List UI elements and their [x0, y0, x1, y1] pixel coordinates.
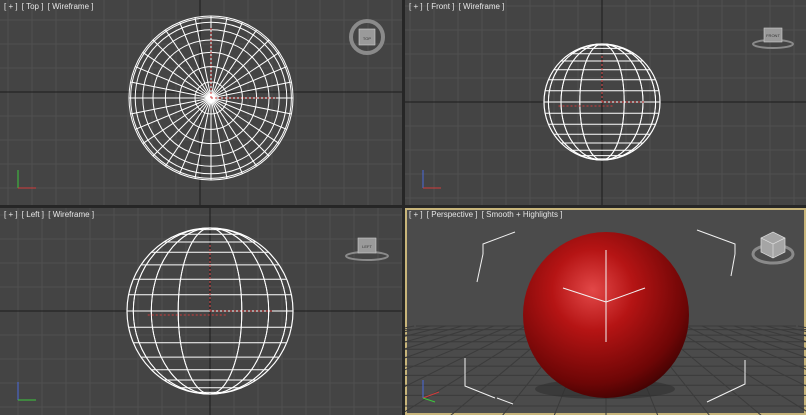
viewport-view-menu[interactable]: [ Perspective ]: [427, 210, 478, 219]
viewcube-icon[interactable]: TOP: [349, 19, 385, 55]
viewport-label: [ + ] [ Perspective ] [ Smooth + Highlig…: [409, 210, 564, 220]
viewport-menu-button[interactable]: [ + ]: [4, 2, 18, 11]
viewport-view-menu[interactable]: [ Top ]: [22, 2, 44, 11]
viewcube-label: TOP: [363, 36, 371, 41]
viewport-view-menu[interactable]: [ Front ]: [427, 2, 455, 11]
viewport-left-canvas: LEFT: [0, 208, 402, 415]
viewport-left[interactable]: LEFT [ + ] [ Left ] [ Wireframe ]: [0, 208, 402, 415]
viewcube-icon[interactable]: [751, 231, 795, 265]
viewport-shading-menu[interactable]: [ Smooth + Highlights ]: [482, 210, 563, 219]
axis-tripod-icon: [422, 380, 440, 403]
viewcube-icon[interactable]: FRONT: [752, 27, 794, 49]
wireframe-sphere-icon[interactable]: [128, 15, 294, 181]
viewport-menu-button[interactable]: [ + ]: [409, 210, 423, 219]
wireframe-sphere-icon[interactable]: [543, 43, 661, 161]
viewport-front[interactable]: FRONT [ + ] [ Front ] [ Wireframe ]: [405, 0, 806, 205]
viewport-shading-menu[interactable]: [ Wireframe ]: [459, 2, 505, 11]
axis-tripod-icon: [17, 382, 36, 401]
axis-tripod-icon: [17, 170, 36, 189]
viewport-shading-menu[interactable]: [ Wireframe ]: [48, 2, 94, 11]
viewport-label: [ + ] [ Left ] [ Wireframe ]: [4, 210, 96, 220]
viewcube-label: LEFT: [362, 244, 372, 249]
viewport-view-menu[interactable]: [ Left ]: [22, 210, 44, 219]
viewport-perspective[interactable]: [ + ] [ Perspective ] [ Smooth + Highlig…: [405, 208, 806, 415]
viewport-top-canvas: TOP: [0, 0, 402, 205]
viewcube-icon[interactable]: LEFT: [345, 237, 389, 261]
viewport-label: [ + ] [ Top ] [ Wireframe ]: [4, 2, 95, 12]
max-viewport-layout: TOP [ + ] [ Top ] [ Wireframe ] FRONT [ …: [0, 0, 806, 415]
viewport-shading-menu[interactable]: [ Wireframe ]: [48, 210, 94, 219]
viewport-menu-button[interactable]: [ + ]: [409, 2, 423, 11]
viewport-front-canvas: FRONT: [405, 0, 806, 205]
viewport-menu-button[interactable]: [ + ]: [4, 210, 18, 219]
axis-tripod-icon: [422, 170, 441, 189]
viewport-top[interactable]: TOP [ + ] [ Top ] [ Wireframe ]: [0, 0, 402, 205]
viewcube-label: FRONT: [766, 33, 780, 38]
viewport-label: [ + ] [ Front ] [ Wireframe ]: [409, 2, 506, 12]
viewport-perspective-canvas: [405, 229, 806, 415]
